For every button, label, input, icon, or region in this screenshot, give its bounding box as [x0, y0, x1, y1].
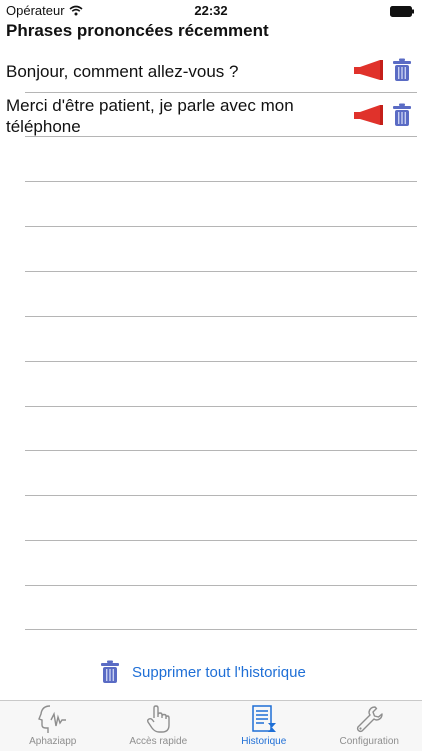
history-phrase: Merci d'être patient, je parle avec mon … — [6, 95, 326, 137]
tab-acces-rapide[interactable]: Accès rapide — [106, 701, 212, 751]
row-actions — [354, 103, 412, 127]
row-separator — [25, 495, 417, 496]
speaker-icon[interactable] — [354, 59, 384, 81]
row-separator — [25, 181, 417, 182]
hand-pointer-icon — [143, 704, 173, 734]
page-title: Phrases prononcées récemment — [6, 21, 269, 41]
tab-bar: Aphaziapp Accès rapide Historique Config… — [0, 700, 422, 751]
battery-icon — [390, 6, 414, 17]
trash-icon[interactable] — [392, 58, 412, 82]
clear-history-label: Supprimer tout l'historique — [132, 664, 306, 681]
row-actions — [354, 58, 412, 82]
row-separator — [25, 361, 417, 362]
tab-historique[interactable]: Historique — [211, 701, 317, 751]
tab-label: Historique — [241, 736, 286, 747]
history-list-icon — [249, 704, 279, 734]
face-speech-icon — [36, 704, 70, 734]
row-separator — [25, 585, 417, 586]
row-separator — [25, 540, 417, 541]
clear-history-button[interactable]: Supprimer tout l'historique — [100, 660, 306, 684]
row-separator — [25, 271, 417, 272]
wrench-icon — [354, 704, 384, 734]
history-phrase: Bonjour, comment allez-vous ? — [6, 61, 326, 82]
trash-icon — [100, 660, 120, 684]
tab-label: Accès rapide — [129, 736, 187, 747]
tab-aphaziapp[interactable]: Aphaziapp — [0, 701, 106, 751]
row-separator — [25, 450, 417, 451]
row-separator — [25, 406, 417, 407]
status-time: 22:32 — [0, 3, 422, 18]
row-separator — [25, 629, 417, 630]
tab-label: Configuration — [340, 736, 399, 747]
tab-label: Aphaziapp — [29, 736, 76, 747]
row-separator — [25, 136, 417, 137]
trash-icon[interactable] — [392, 103, 412, 127]
status-bar: Opérateur 22:32 — [0, 0, 422, 22]
tab-configuration[interactable]: Configuration — [317, 701, 422, 751]
row-separator — [25, 316, 417, 317]
row-separator — [25, 92, 417, 93]
row-separator — [25, 226, 417, 227]
speaker-icon[interactable] — [354, 104, 384, 126]
